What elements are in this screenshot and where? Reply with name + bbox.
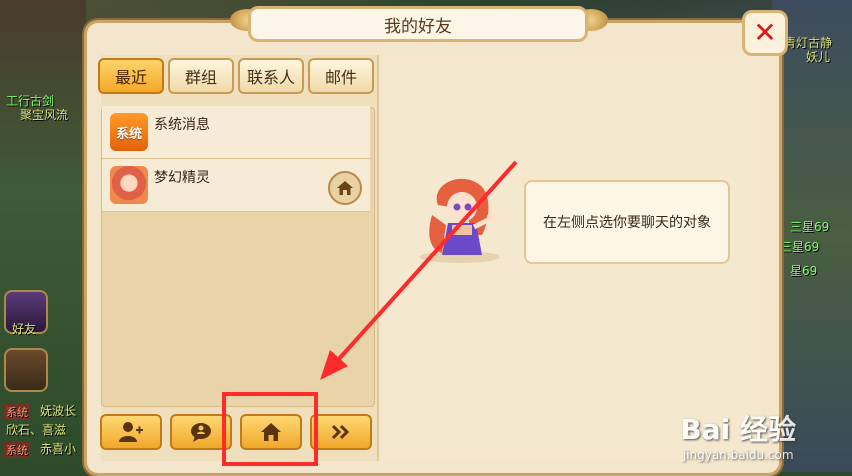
annotation-arrow xyxy=(320,160,518,380)
baidu-watermark: Bai 经验 jingyan.baidu.com xyxy=(680,408,796,462)
annotation-highlight-box xyxy=(222,392,318,466)
watermark-url: jingyan.baidu.com xyxy=(682,448,794,462)
watermark-main: Bai 经验 xyxy=(680,413,796,446)
